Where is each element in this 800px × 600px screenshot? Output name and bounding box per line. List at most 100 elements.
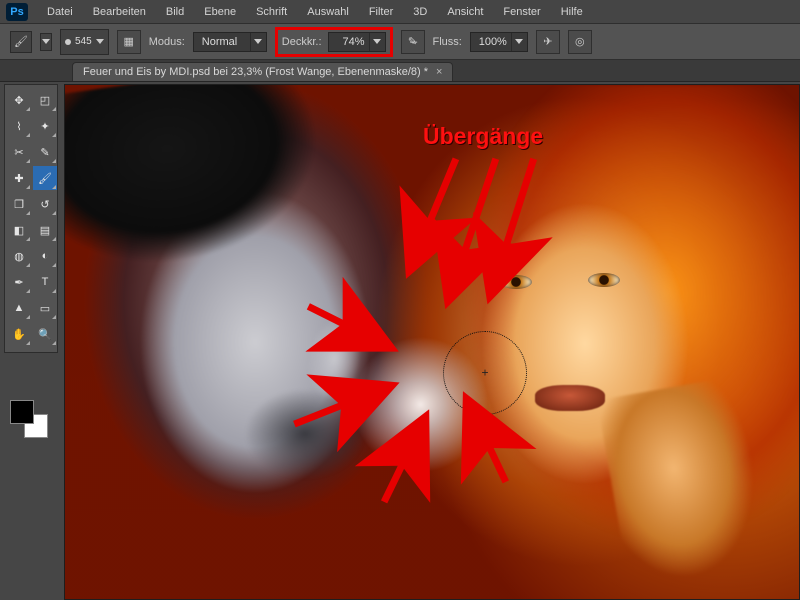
menu-type[interactable]: Schrift xyxy=(247,3,296,21)
flow-label: Fluss: xyxy=(433,36,462,48)
hand-tool-icon: ✋ xyxy=(12,328,26,341)
chevron-down-icon xyxy=(254,39,262,44)
artwork-lips xyxy=(535,385,605,411)
shape-tool[interactable]: ▭ xyxy=(33,296,57,320)
canvas[interactable]: Übergänge xyxy=(64,84,800,600)
brush-picker[interactable]: 545 xyxy=(60,29,109,55)
move-tool-icon: ✥ xyxy=(14,94,23,107)
blur-tool-icon: ◍ xyxy=(14,250,24,263)
blend-mode-combo[interactable]: Normal xyxy=(193,32,267,52)
brush-tool-icon: 🖌 xyxy=(38,172,52,185)
gradient-tool-icon: ▤ xyxy=(40,224,50,237)
brush-icon: 🖌 xyxy=(14,35,28,48)
menu-layer[interactable]: Ebene xyxy=(195,3,245,21)
menu-image[interactable]: Bild xyxy=(157,3,193,21)
menu-edit[interactable]: Bearbeiten xyxy=(84,3,155,21)
document-tab[interactable]: Feuer und Eis by MDI.psd bei 23,3% (Fros… xyxy=(72,62,453,81)
shape-tool-icon: ▭ xyxy=(40,302,50,315)
menu-view[interactable]: Ansicht xyxy=(438,3,492,21)
history-brush-tool-icon: ↺ xyxy=(40,198,49,211)
submenu-indicator-icon xyxy=(26,211,30,215)
submenu-indicator-icon xyxy=(52,107,56,111)
chevron-down-icon xyxy=(373,39,381,44)
magic-wand-tool-icon: ✦ xyxy=(40,120,49,133)
pressure-size-icon: ◎ xyxy=(575,35,585,48)
hand-tool[interactable]: ✋ xyxy=(7,322,31,346)
brush-panel-toggle[interactable]: ▦ xyxy=(117,30,141,54)
history-brush-tool[interactable]: ↺ xyxy=(33,192,57,216)
crop-tool-icon: ✂ xyxy=(14,146,23,159)
pressure-size-toggle[interactable]: ◎ xyxy=(568,30,592,54)
dodge-tool[interactable]: ◐ xyxy=(33,244,57,268)
submenu-indicator-icon xyxy=(52,237,56,241)
flow-input[interactable]: 100% xyxy=(470,32,528,52)
chevron-down-icon xyxy=(96,39,104,44)
opacity-highlight-annotation: Deckkr.: 74% xyxy=(275,27,393,57)
submenu-indicator-icon xyxy=(52,263,56,267)
crop-tool[interactable]: ✂ xyxy=(7,140,31,164)
submenu-indicator-icon xyxy=(26,133,30,137)
clone-stamp-tool-icon: ❐ xyxy=(14,198,24,211)
clone-stamp-tool[interactable]: ❐ xyxy=(7,192,31,216)
path-select-tool-icon: ▲ xyxy=(14,302,25,314)
submenu-indicator-icon xyxy=(26,185,30,189)
pressure-icon: ✎̶ xyxy=(408,35,417,48)
menu-filter[interactable]: Filter xyxy=(360,3,402,21)
artwork-eye xyxy=(588,273,620,287)
type-tool[interactable]: T xyxy=(33,270,57,294)
magic-wand-tool[interactable]: ✦ xyxy=(33,114,57,138)
type-tool-icon: T xyxy=(42,276,49,288)
menu-window[interactable]: Fenster xyxy=(494,3,549,21)
eraser-tool-icon: ◧ xyxy=(14,224,24,237)
menu-bar: Ps Datei Bearbeiten Bild Ebene Schrift A… xyxy=(0,0,800,24)
healing-brush-tool[interactable]: ✚ xyxy=(7,166,31,190)
pen-tool-icon: ✒ xyxy=(14,276,23,289)
artwork-image: Übergänge xyxy=(65,85,799,599)
lasso-tool[interactable]: ⌇ xyxy=(7,114,31,138)
zoom-tool[interactable]: 🔍 xyxy=(33,322,57,346)
healing-brush-tool-icon: ✚ xyxy=(14,172,23,185)
opacity-label: Deckkr.: xyxy=(282,36,322,48)
color-swatches[interactable] xyxy=(10,400,52,442)
submenu-indicator-icon xyxy=(26,315,30,319)
mode-label: Modus: xyxy=(149,36,185,48)
artwork-eye xyxy=(500,275,532,289)
menu-file[interactable]: Datei xyxy=(38,3,82,21)
brush-size-value: 545 xyxy=(75,36,92,47)
menu-select[interactable]: Auswahl xyxy=(298,3,358,21)
path-select-tool[interactable]: ▲ xyxy=(7,296,31,320)
submenu-indicator-icon xyxy=(52,341,56,345)
eraser-tool[interactable]: ◧ xyxy=(7,218,31,242)
marquee-tool-icon: ◰ xyxy=(40,94,50,107)
foreground-color-swatch[interactable] xyxy=(10,400,34,424)
submenu-indicator-icon xyxy=(26,237,30,241)
move-tool[interactable]: ✥ xyxy=(7,88,31,112)
eyedropper-tool[interactable]: ✎ xyxy=(33,140,57,164)
menu-help[interactable]: Hilfe xyxy=(552,3,592,21)
pen-tool[interactable]: ✒ xyxy=(7,270,31,294)
opacity-input[interactable]: 74% xyxy=(328,32,386,52)
tool-preset-picker[interactable]: 🖌 xyxy=(10,31,32,53)
blur-tool[interactable]: ◍ xyxy=(7,244,31,268)
tool-preset-dropdown[interactable] xyxy=(40,33,52,51)
submenu-indicator-icon xyxy=(26,341,30,345)
tool-panel: ✥ ◰ ⌇ ✦ ✂ ✎ ✚ 🖌 ❐ ↺ ◧ ▤ ◍ ◐ ✒ T ▲ ▭ ✋ 🔍 xyxy=(4,84,58,353)
menu-3d[interactable]: 3D xyxy=(404,3,436,21)
marquee-tool[interactable]: ◰ xyxy=(33,88,57,112)
document-tab-bar: Feuer und Eis by MDI.psd bei 23,3% (Fros… xyxy=(0,60,800,82)
brush-cursor xyxy=(443,331,527,415)
options-bar: 🖌 545 ▦ Modus: Normal Deckkr.: 74% ✎̶ Fl… xyxy=(0,24,800,60)
pressure-opacity-toggle[interactable]: ✎̶ xyxy=(401,30,425,54)
submenu-indicator-icon xyxy=(26,263,30,267)
blend-mode-value: Normal xyxy=(194,36,250,48)
gradient-tool[interactable]: ▤ xyxy=(33,218,57,242)
close-tab-icon[interactable]: × xyxy=(436,66,442,78)
submenu-indicator-icon xyxy=(52,211,56,215)
panel-icon: ▦ xyxy=(123,35,133,48)
submenu-indicator-icon xyxy=(26,289,30,293)
chevron-down-icon xyxy=(515,39,523,44)
annotation-label: Übergänge xyxy=(419,123,547,150)
eyedropper-tool-icon: ✎ xyxy=(40,146,49,159)
brush-tool[interactable]: 🖌 xyxy=(33,166,57,190)
airbrush-toggle[interactable]: ✈ xyxy=(536,30,560,54)
